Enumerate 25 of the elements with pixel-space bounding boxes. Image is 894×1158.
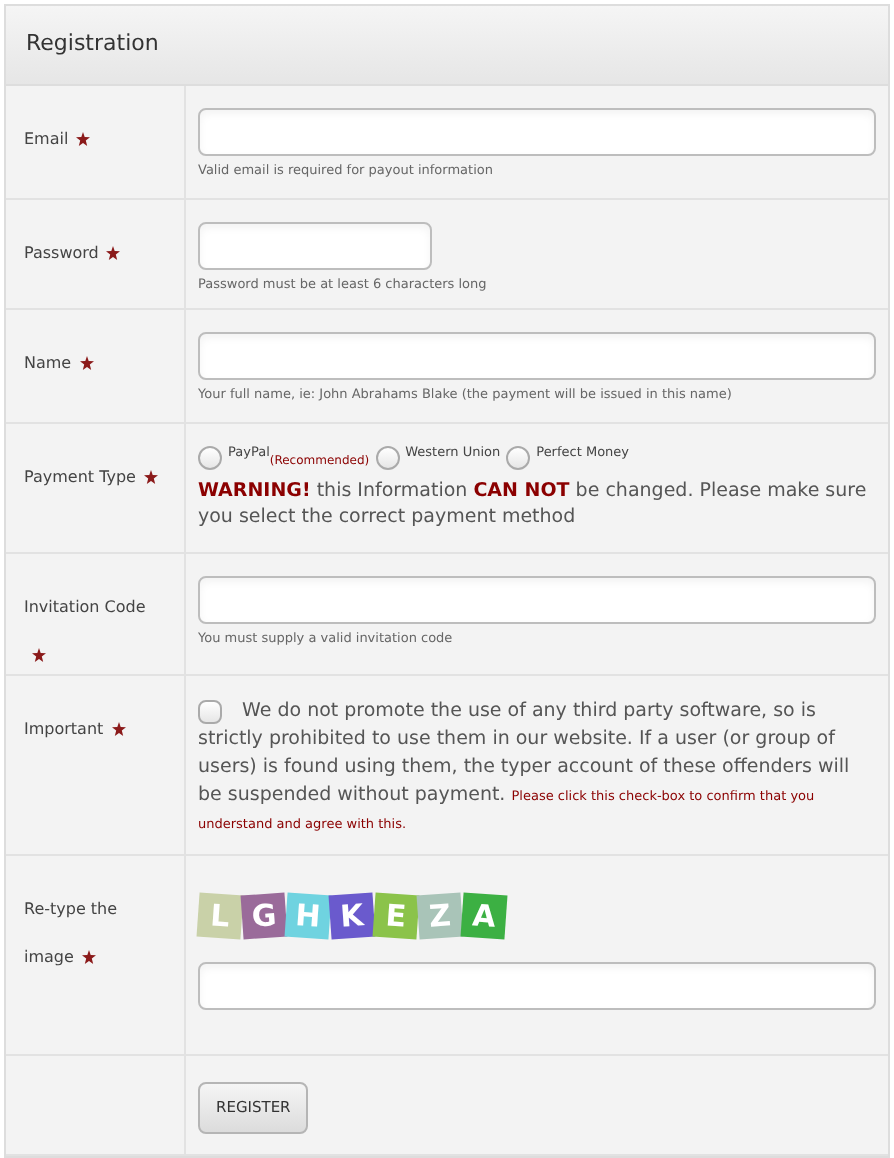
warning-text: WARNING! this Information CAN NOT be changed. Please make sure you select the correct payment method [198, 478, 869, 531]
field-label: Email [24, 130, 91, 148]
captcha-letter: A [460, 892, 508, 940]
captcha-letter: Z [416, 892, 464, 940]
field-label: Payment Type [24, 468, 158, 487]
captcha-field[interactable] [198, 962, 876, 1011]
field-label: Important [24, 720, 126, 739]
radio-button[interactable] [506, 446, 531, 471]
field-label: Re-type the image [24, 900, 118, 967]
panel-title: Registration [26, 28, 159, 61]
text-field[interactable] [198, 222, 432, 270]
text-field[interactable] [198, 332, 876, 381]
captcha-letter: L [196, 892, 244, 940]
checkbox[interactable] [198, 699, 222, 724]
text-field[interactable] [198, 576, 876, 625]
field-label: Invitation Code [24, 598, 146, 665]
field-label: Name [24, 354, 94, 373]
radio-button[interactable] [198, 446, 222, 471]
field-label: Password [24, 244, 121, 262]
captcha-letter: G [240, 892, 288, 940]
text-field[interactable] [198, 108, 876, 156]
captcha-letter: H [284, 892, 332, 940]
captcha-letter: K [328, 892, 376, 940]
captcha-letter: E [372, 892, 420, 940]
radio-button[interactable] [375, 446, 400, 471]
